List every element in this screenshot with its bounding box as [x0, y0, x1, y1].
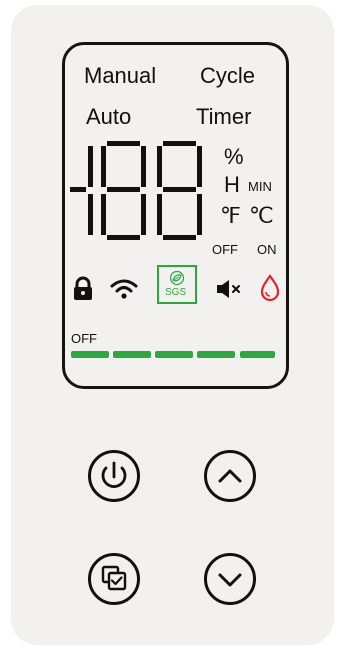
mode-select-icon — [101, 565, 127, 591]
speaker-mute-icon — [217, 280, 240, 298]
unit-celsius: ℃ — [249, 203, 274, 228]
segment — [157, 194, 162, 235]
segment — [107, 187, 140, 192]
segment — [163, 187, 196, 192]
chevron-up-icon — [218, 469, 242, 483]
segment — [88, 194, 93, 235]
power-button[interactable] — [88, 450, 140, 502]
level-off-label: OFF — [71, 331, 97, 346]
segment — [163, 235, 196, 240]
segment — [101, 194, 106, 235]
segment — [197, 146, 202, 187]
lock-icon — [74, 276, 92, 300]
unit-hour: H — [224, 172, 240, 197]
chevron-down-icon — [218, 573, 242, 587]
sgs-badge: SGS — [157, 265, 197, 304]
level-segment-1 — [71, 351, 109, 358]
segment — [101, 146, 106, 187]
mute-off-label: OFF — [212, 242, 238, 257]
up-button[interactable] — [204, 450, 256, 502]
wifi-icon — [110, 279, 138, 299]
segment — [141, 146, 146, 187]
segment — [107, 141, 140, 146]
mute-on-label: ON — [257, 242, 277, 257]
water-drop-icon — [260, 274, 280, 302]
power-icon — [101, 461, 127, 488]
down-button[interactable] — [204, 553, 256, 605]
segment — [197, 194, 202, 235]
unit-percent: % — [224, 144, 244, 169]
mode-button[interactable] — [88, 553, 140, 605]
unit-minute: MIN — [248, 179, 272, 194]
segment — [88, 146, 93, 187]
unit-fahrenheit: ℉ — [220, 203, 241, 228]
level-segment-4 — [197, 351, 235, 358]
segment — [141, 194, 146, 235]
level-segment-5 — [240, 351, 275, 358]
sgs-label: SGS — [165, 287, 187, 298]
segment — [107, 235, 140, 240]
segment-minus — [70, 187, 86, 192]
segment — [157, 146, 162, 187]
sgs-leaf-icon — [169, 270, 185, 286]
level-segment-3 — [155, 351, 193, 358]
level-segment-2 — [113, 351, 151, 358]
lcd-display: Manual Cycle Auto Timer % H MIN ℉ ℃ OFF … — [62, 42, 289, 389]
segment — [163, 141, 196, 146]
